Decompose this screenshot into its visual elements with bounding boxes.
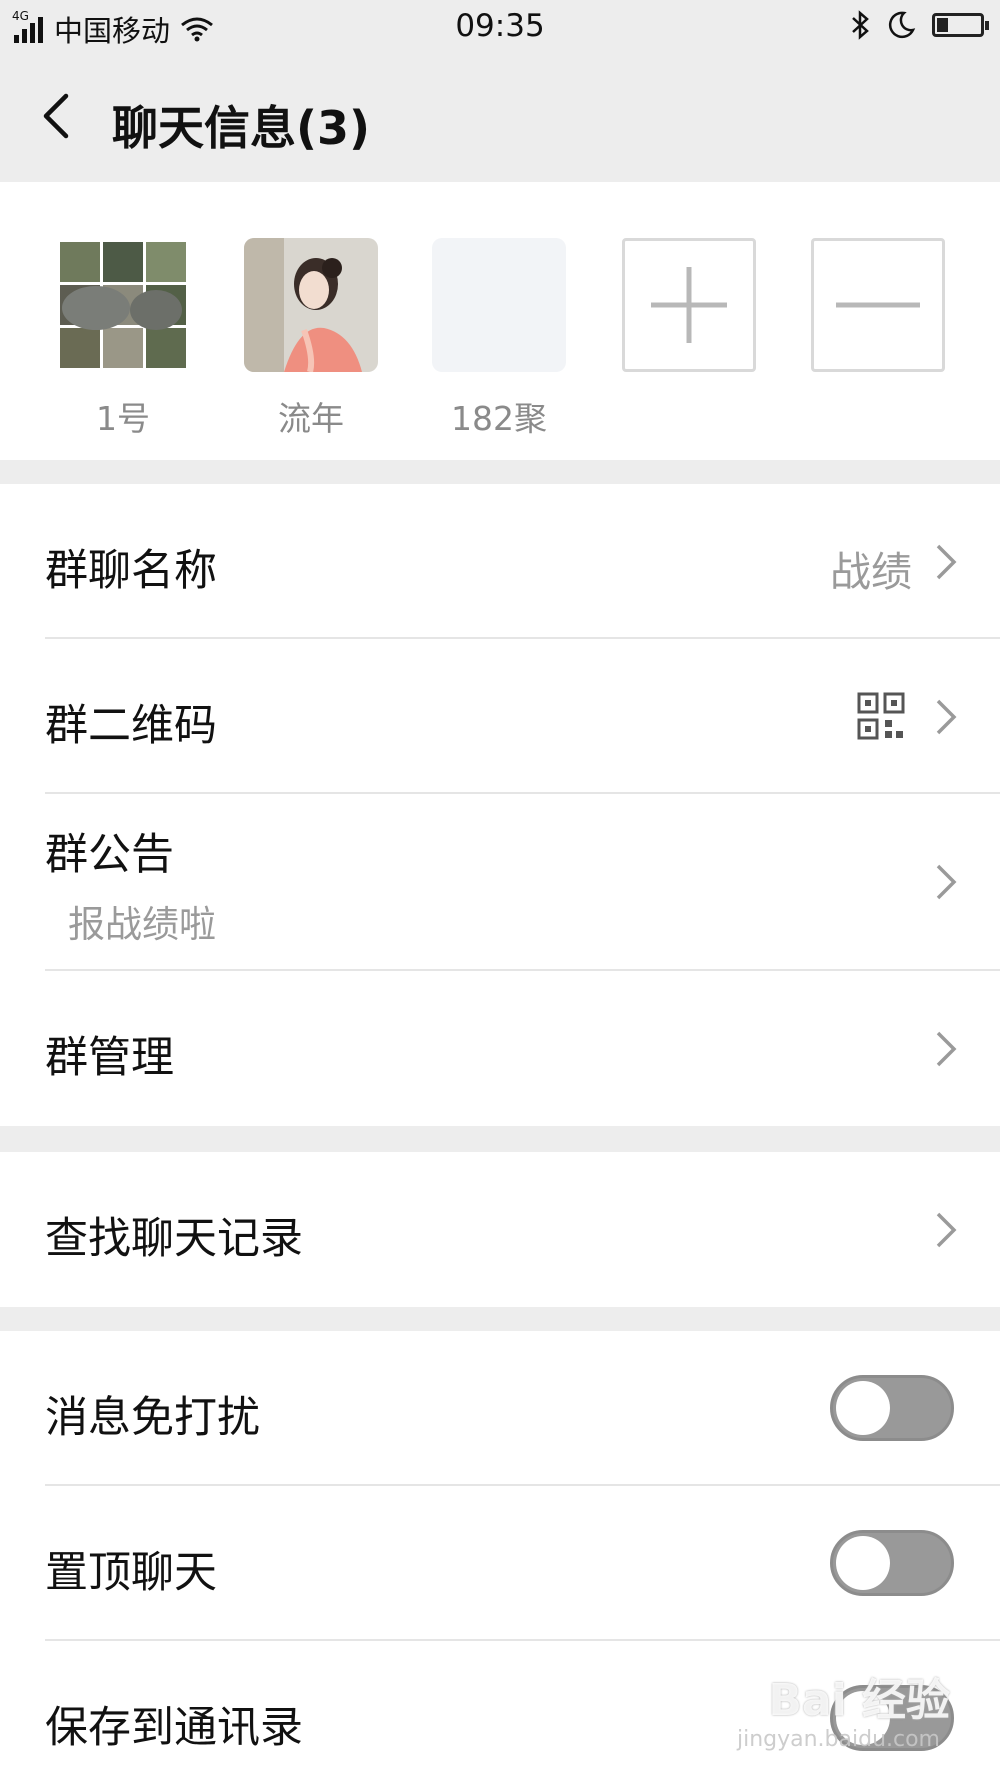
member-name: 1号 [96,399,150,438]
group-qr-row[interactable]: 群二维码 [0,639,1000,794]
member-item[interactable]: 1号 [56,238,190,440]
navigation-bar: 聊天信息(3) [0,56,1000,182]
bluetooth-icon [852,10,869,40]
back-arrow-icon[interactable] [30,86,90,146]
remove-member-button[interactable] [811,238,945,372]
member-grid: 1号 流年 182聚 [0,182,1000,460]
avatar[interactable] [244,238,378,372]
avatar[interactable] [432,238,566,372]
group-name-value: 战绩 [830,548,912,596]
pin-chat-toggle[interactable] [830,1530,954,1596]
minus-icon [836,302,920,308]
chevron-right-icon [936,699,957,735]
chevron-right-icon [936,864,957,900]
group-qr-label: 群二维码 [45,701,217,751]
group-name-row[interactable]: 群聊名称 战绩 [0,484,1000,639]
chevron-right-icon [936,1212,957,1248]
watermark-url: jingyan.baidu.com [736,1727,940,1752]
chevron-right-icon [936,544,957,580]
mute-toggle[interactable] [830,1375,954,1441]
group-name-label: 群聊名称 [45,546,217,596]
add-member-button[interactable] [622,238,756,372]
group-notice-row[interactable]: 群公告 报战绩啦 [0,794,1000,971]
group-notice-content: 报战绩啦 [68,903,216,946]
qr-code-icon [857,692,905,740]
pin-chat-label: 置顶聊天 [45,1548,217,1598]
battery-icon [932,13,989,37]
group-notice-label: 群公告 [45,830,174,880]
page-title: 聊天信息(3) [112,101,371,155]
pin-chat-row: 置顶聊天 [0,1486,1000,1641]
group-manage-row[interactable]: 群管理 [0,971,1000,1126]
member-name: 流年 [278,399,344,438]
status-bar: 4G 中国移动 09:35 [0,0,1000,56]
group-manage-label: 群管理 [45,1033,174,1083]
mute-row: 消息免打扰 [0,1331,1000,1486]
search-history-row[interactable]: 查找聊天记录 [0,1152,1000,1307]
avatar[interactable] [56,238,190,372]
plus-icon [651,267,727,343]
search-section: 查找聊天记录 [0,1152,1000,1307]
member-item[interactable]: 流年 [244,238,378,440]
search-history-label: 查找聊天记录 [45,1214,303,1264]
member-item[interactable]: 182聚 [432,238,566,440]
group-settings-section: 群聊名称 战绩 群二维码 群公告 报战绩啦 群管理 [0,484,1000,1126]
mute-label: 消息免打扰 [45,1393,260,1443]
chevron-right-icon [936,1031,957,1067]
save-contacts-label: 保存到通讯录 [45,1703,303,1753]
do-not-disturb-moon-icon [888,11,916,39]
member-name: 182聚 [451,399,547,438]
watermark-logo: Bai 经验 [768,1675,950,1726]
